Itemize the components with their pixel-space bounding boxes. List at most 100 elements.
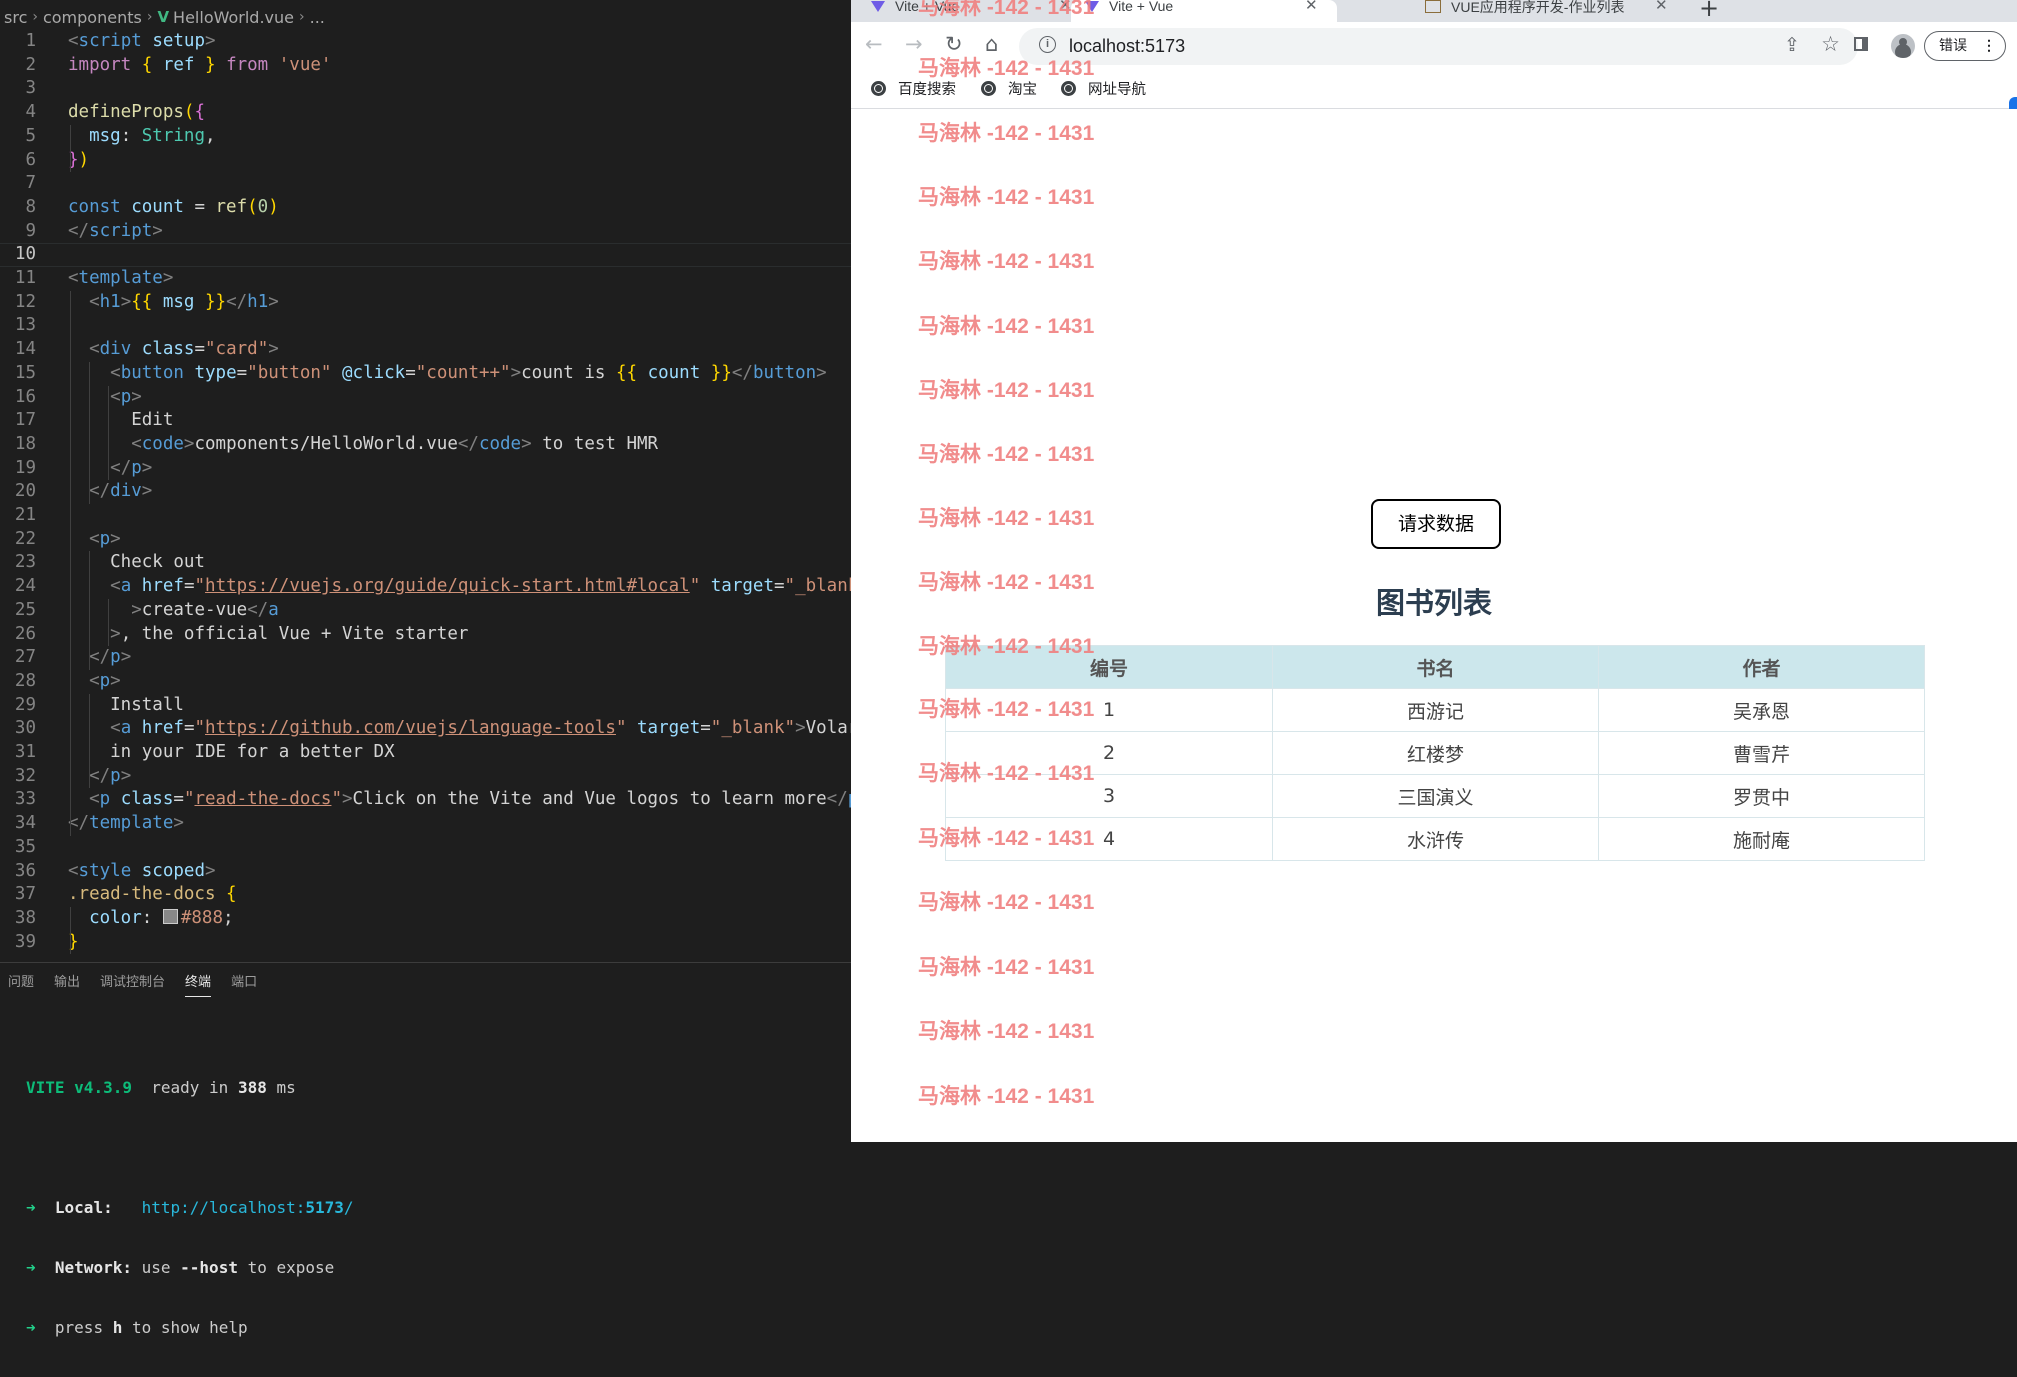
code-area[interactable]: 1 <script setup> 2 import { ref } from 'vue… [0, 30, 851, 962]
code-line[interactable]: 30 <a href="https://github.com/vuejs/lan… [0, 717, 851, 741]
code-token: { [194, 102, 205, 123]
code-line[interactable]: 26 >, the official Vue + Vite starter [0, 623, 851, 647]
code-token: > [268, 339, 279, 360]
code-line[interactable]: 38 color: #888; [0, 907, 851, 931]
side-panel-icon[interactable] [1854, 37, 1868, 51]
line-text: >create-vue</a [68, 599, 279, 623]
network-flag: --host [180, 1258, 238, 1277]
line-text: <p> [68, 528, 121, 552]
code-token: > [521, 433, 543, 454]
line-number: 15 [14, 362, 36, 383]
code-line[interactable]: 20 </div> [0, 480, 851, 504]
code-line[interactable]: 34 </template> [0, 812, 851, 836]
code-line[interactable]: 11 <template> [0, 267, 851, 291]
code-token: p [110, 647, 121, 668]
line-text: Install [68, 694, 184, 718]
terminal-line: ➜ Local: http://localhost:5173/ [26, 1197, 354, 1219]
code-token: = [236, 362, 248, 383]
code-line[interactable]: 18 <code>components/HelloWorld.vue</code… [0, 433, 851, 457]
code-line[interactable]: 12 <h1>{{ msg }}</h1> [0, 291, 851, 315]
code-line[interactable]: 17 Edit [0, 409, 851, 433]
code-line[interactable]: 9 </script> [0, 220, 851, 244]
code-line[interactable]: 7 [0, 172, 851, 196]
code-token: > [268, 291, 279, 312]
breadcrumb-item-file[interactable]: HelloWorld.vue [173, 8, 294, 27]
bookmark-star-icon[interactable]: ☆ [1821, 32, 1840, 56]
code-line[interactable]: 16 <p> [0, 386, 851, 410]
code-line[interactable]: 2 import { ref } from 'vue' [0, 54, 851, 78]
arrow-right-icon: ➜ [26, 1198, 36, 1217]
code-line[interactable]: 35 [0, 836, 851, 860]
browser-tab-2[interactable]: Vite + Vue ✕ [1071, 0, 1337, 22]
code-line[interactable]: 28 <p> [0, 670, 851, 694]
line-number: 9 [25, 220, 36, 241]
book-author: 曹雪芹 [1597, 731, 1926, 775]
breadcrumb-item-components[interactable]: components [43, 8, 142, 27]
tab-output[interactable]: 输出 [46, 963, 92, 1003]
address-bar[interactable]: i localhost:5173 ⇪ ☆ [1019, 28, 1858, 65]
code-token: ; [223, 907, 234, 928]
new-tab-plus-icon[interactable]: + [1699, 0, 1719, 22]
back-arrow-icon[interactable]: ← [865, 32, 883, 56]
code-token: = [183, 576, 195, 597]
local-url-host: http://localhost: [141, 1198, 306, 1217]
close-tab-icon[interactable]: ✕ [1305, 0, 1318, 13]
code-token: p [99, 528, 111, 549]
request-data-button[interactable]: 请求数据 [1371, 499, 1501, 549]
line-number: 28 [14, 670, 36, 691]
code-line[interactable]: 6}) [0, 149, 851, 173]
code-line[interactable]: 19 </p> [0, 457, 851, 481]
error-button[interactable]: 错误 ⋮ [1924, 31, 2006, 61]
local-url[interactable]: http://localhost:5173/ [142, 1198, 354, 1217]
code-line[interactable]: 37 .read-the-docs { [0, 883, 851, 907]
terminal-output[interactable]: VITE v4.3.9 ready in 388 ms ➜ Local: htt… [26, 1039, 354, 1377]
code-line[interactable]: 3 [0, 77, 851, 101]
code-line[interactable]: 15 <button type="button" @click="count++… [0, 362, 851, 386]
code-line[interactable]: 33 <p class="read-the-docs">Click on the… [0, 788, 851, 812]
code-line[interactable]: 25 >create-vue</a [0, 599, 851, 623]
code-line[interactable]: 39} [0, 931, 851, 955]
code-line[interactable]: 1 <script setup> [0, 30, 851, 54]
code-line[interactable]: 13 [0, 314, 851, 338]
code-line[interactable]: 24 <a href="https://vuejs.org/guide/quic… [0, 575, 851, 599]
code-token: a [120, 718, 142, 739]
profile-avatar-icon[interactable] [1891, 34, 1915, 58]
breadcrumb-item-src[interactable]: src [4, 8, 27, 27]
code-token: < [68, 31, 79, 51]
code-line[interactable]: 5 msg: String, [0, 125, 851, 149]
line-text: <button type="button" @click="count++">c… [68, 362, 827, 386]
code-token: > [110, 623, 121, 644]
code-line[interactable]: 4 defineProps({ [0, 101, 851, 125]
code-token: > [120, 291, 132, 312]
chevron-right-icon: › [146, 9, 153, 25]
code-token: h1 [247, 291, 269, 312]
code-line[interactable]: 8 const count = ref(0) [0, 196, 851, 220]
share-icon[interactable]: ⇪ [1784, 34, 1800, 56]
code-token: < [110, 362, 121, 383]
code-line[interactable]: 36 <style scoped> [0, 860, 851, 884]
globe-icon [981, 81, 996, 96]
line-number: 11 [14, 268, 36, 288]
code-line[interactable]: 27 </p> [0, 646, 851, 670]
site-info-icon[interactable]: i [1039, 36, 1056, 53]
code-line[interactable]: 31 in your IDE for a better DX [0, 741, 851, 765]
tab-terminal[interactable]: 终端 [177, 963, 223, 1003]
code-line[interactable]: 21 [0, 504, 851, 528]
code-line[interactable]: 32 </p> [0, 765, 851, 789]
tab-debug-console[interactable]: 调试控制台 [92, 963, 177, 1003]
close-tab-icon[interactable]: ✕ [1655, 0, 1668, 13]
breadcrumb-item-more[interactable]: ... [310, 8, 325, 27]
code-token: 'vue' [278, 54, 332, 75]
tab-problems[interactable]: 问题 [0, 963, 46, 1003]
line-number: 5 [25, 125, 36, 146]
code-line[interactable]: 23 Check out [0, 551, 851, 575]
tab-ports[interactable]: 端口 [223, 963, 269, 1003]
code-line[interactable]: 14 <div class="card"> [0, 338, 851, 362]
code-line[interactable]: 22 <p> [0, 528, 851, 552]
chevron-right-icon: › [299, 9, 305, 25]
code-line[interactable]: 10 [0, 243, 851, 267]
code-line[interactable]: 29 Install [0, 694, 851, 718]
browser-tab-3[interactable]: VUE应用程序开发-作业列表 ✕ [1425, 0, 1675, 22]
